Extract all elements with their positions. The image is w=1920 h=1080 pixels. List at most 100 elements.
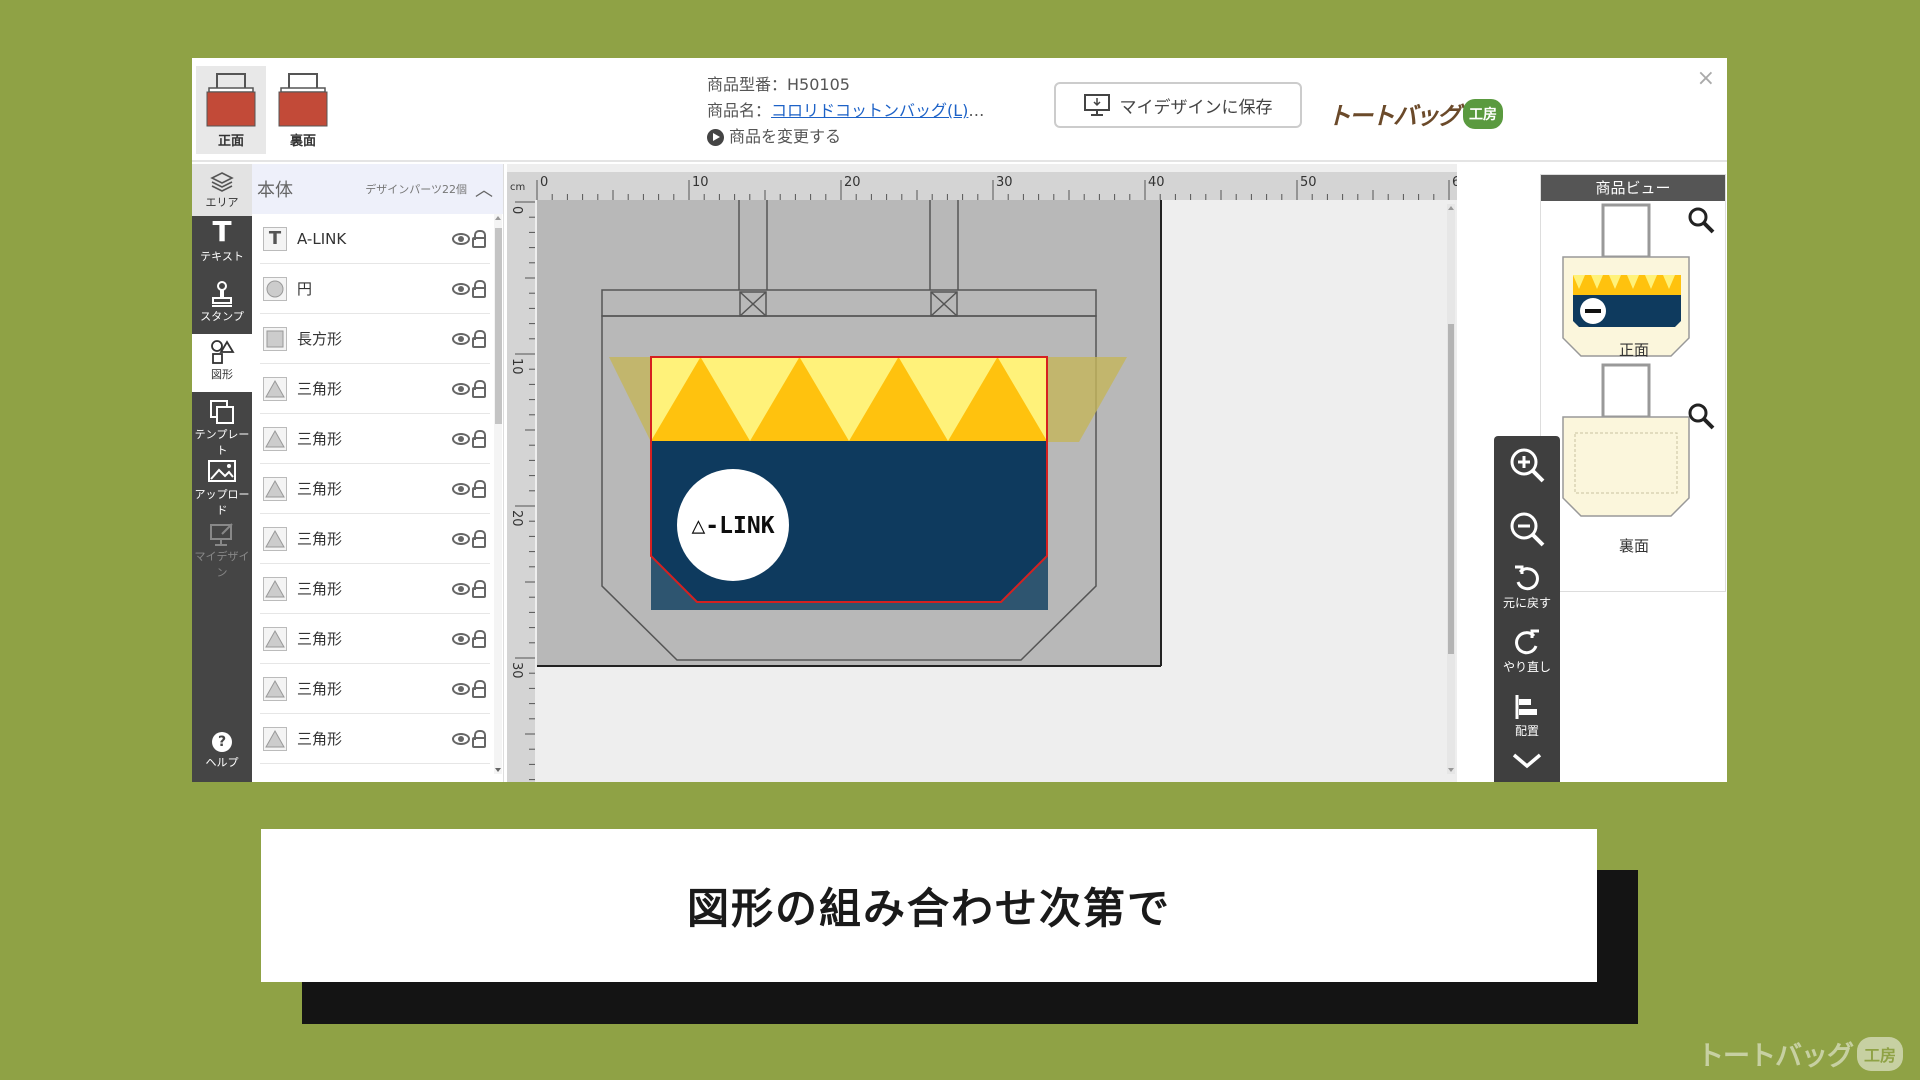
lock-open-icon[interactable] bbox=[472, 629, 486, 648]
layer-row[interactable]: 三角形 bbox=[260, 514, 490, 564]
tool-template[interactable]: テンプレート bbox=[192, 394, 252, 457]
lock-open-icon[interactable] bbox=[472, 729, 486, 748]
layers-icon bbox=[210, 172, 234, 192]
tool-text[interactable]: T テキスト bbox=[192, 216, 252, 274]
tool-area-label: エリア bbox=[205, 196, 239, 209]
front-zoom-search-icon[interactable] bbox=[1686, 205, 1716, 239]
layer-scrollbar[interactable] bbox=[492, 214, 504, 774]
product-info: 商品型番：H50105 商品名：コロリドコットンバッグ(L)… 商品を変更する bbox=[707, 72, 984, 150]
bag-design-canvas[interactable]: △-LINK bbox=[537, 200, 1277, 782]
tool-help[interactable]: ? ヘルプ bbox=[192, 726, 252, 782]
template-icon bbox=[210, 400, 234, 424]
tool-mydesign[interactable]: マイデザイン bbox=[192, 516, 252, 579]
circle-layer-icon bbox=[263, 276, 287, 301]
ruler-v-label: 30 bbox=[509, 662, 524, 679]
caption-text: 図形の組み合わせ次第で bbox=[686, 884, 1171, 933]
lock-open-icon[interactable] bbox=[472, 429, 486, 448]
save-mydesign-button[interactable]: マイデザインに保存 bbox=[1054, 82, 1302, 128]
horizontal-ruler: 0 10 20 30 40 50 60 cm bbox=[507, 172, 1469, 200]
layer-row[interactable]: T A-LINK bbox=[260, 214, 490, 264]
eye-icon[interactable] bbox=[452, 582, 470, 595]
change-product-button[interactable]: 商品を変更する bbox=[707, 124, 984, 150]
layer-row[interactable]: 三角形 bbox=[260, 564, 490, 614]
layer-name: 三角形 bbox=[297, 530, 343, 548]
tool-stamp[interactable]: スタンプ bbox=[192, 276, 252, 334]
layer-name: 長方形 bbox=[297, 330, 343, 348]
triangle-layer-icon bbox=[263, 576, 287, 601]
zoom-out-button[interactable] bbox=[1494, 510, 1560, 548]
eye-icon[interactable] bbox=[452, 682, 470, 695]
align-button[interactable]: 配置 bbox=[1494, 692, 1560, 739]
triangle-band[interactable] bbox=[651, 357, 1047, 441]
layer-row[interactable]: 円 bbox=[260, 264, 490, 314]
ruler-unit[interactable]: cm bbox=[510, 182, 525, 193]
redo-button[interactable]: やり直し bbox=[1494, 628, 1560, 675]
back-preview[interactable] bbox=[1551, 363, 1701, 533]
lock-open-icon[interactable] bbox=[472, 579, 486, 598]
eye-icon[interactable] bbox=[452, 432, 470, 445]
eye-icon[interactable] bbox=[452, 632, 470, 645]
layer-name: 三角形 bbox=[297, 580, 343, 598]
watermark-text: トートバッグ bbox=[1697, 1041, 1854, 1072]
lock-open-icon[interactable] bbox=[472, 229, 486, 248]
tool-shape[interactable]: 図形 bbox=[192, 334, 252, 392]
layer-row[interactable]: 三角形 bbox=[260, 364, 490, 414]
eye-icon[interactable] bbox=[452, 232, 470, 245]
eye-icon[interactable] bbox=[452, 382, 470, 395]
layer-row[interactable]: 三角形 bbox=[260, 464, 490, 514]
undo-button[interactable]: 元に戻す bbox=[1494, 564, 1560, 611]
triangle-layer-icon bbox=[263, 526, 287, 551]
back-preview-label: 裏面 bbox=[1618, 537, 1649, 555]
canvas-scrollbar[interactable] bbox=[1447, 204, 1455, 774]
triangle-layer-icon bbox=[263, 626, 287, 651]
triangle-layer-icon bbox=[263, 476, 287, 501]
lock-open-icon[interactable] bbox=[472, 379, 486, 398]
eye-icon[interactable] bbox=[452, 732, 470, 745]
product-view-title: 商品ビュー bbox=[1541, 175, 1725, 201]
lock-open-icon[interactable] bbox=[472, 529, 486, 548]
back-zoom-search-icon[interactable] bbox=[1686, 401, 1716, 435]
layer-name: A-LINK bbox=[297, 229, 347, 248]
design-logo-text[interactable]: △-LINK bbox=[691, 513, 774, 539]
ruler-v-label: 20 bbox=[509, 510, 524, 527]
lock-open-icon[interactable] bbox=[472, 329, 486, 348]
shapes-icon bbox=[211, 340, 235, 364]
watermark-badge: 工房 bbox=[1857, 1036, 1904, 1071]
tool-upload-label: アップロード bbox=[194, 488, 250, 517]
tool-mydesign-label: マイデザイン bbox=[194, 550, 250, 579]
layer-row[interactable]: 長方形 bbox=[260, 314, 490, 364]
expand-tools-button[interactable] bbox=[1494, 750, 1560, 772]
zoom-in-button[interactable] bbox=[1494, 446, 1560, 484]
lock-open-icon[interactable] bbox=[472, 279, 486, 298]
front-preview-label: 正面 bbox=[1618, 341, 1649, 359]
eye-icon[interactable] bbox=[452, 332, 470, 345]
lock-open-icon[interactable] bbox=[472, 679, 486, 698]
layer-name: 三角形 bbox=[297, 480, 343, 498]
eye-icon[interactable] bbox=[452, 282, 470, 295]
tool-upload[interactable]: アップロード bbox=[192, 454, 252, 517]
design-parts-count: デザインパーツ22個 bbox=[365, 183, 467, 196]
tool-stamp-label: スタンプ bbox=[200, 310, 244, 323]
tool-area[interactable]: エリア bbox=[192, 164, 252, 216]
tool-sidebar: エリア T テキスト スタンプ 図形 テンプレート アップロード マイデザイン … bbox=[192, 164, 252, 782]
zoom-toolbar: 元に戻す やり直し 配置 bbox=[1494, 436, 1560, 782]
zoom-in-icon bbox=[1510, 448, 1545, 483]
rectangle-layer-icon bbox=[263, 326, 287, 351]
caption-box: 図形の組み合わせ次第で bbox=[261, 829, 1597, 982]
logo-text: トートバッグ bbox=[1327, 102, 1461, 130]
back-side-button[interactable]: 裏面 bbox=[268, 66, 338, 154]
layer-row[interactable]: 三角形 bbox=[260, 664, 490, 714]
eye-icon[interactable] bbox=[452, 482, 470, 495]
layer-row[interactable]: 三角形 bbox=[260, 714, 490, 764]
change-product-label: 商品を変更する bbox=[729, 127, 842, 146]
layer-row[interactable]: 三角形 bbox=[260, 614, 490, 664]
chevron-up-icon[interactable]: ︿ bbox=[475, 176, 493, 202]
layer-row[interactable]: 三角形 bbox=[260, 414, 490, 464]
lock-open-icon[interactable] bbox=[472, 479, 486, 498]
close-button[interactable]: × bbox=[1697, 66, 1715, 91]
front-side-button[interactable]: 正面 bbox=[196, 66, 266, 154]
eye-icon[interactable] bbox=[452, 532, 470, 545]
ruler-h-label: 20 bbox=[844, 175, 861, 190]
image-upload-icon bbox=[208, 460, 236, 482]
product-name-link[interactable]: コロリドコットンバッグ(L) bbox=[771, 101, 968, 120]
